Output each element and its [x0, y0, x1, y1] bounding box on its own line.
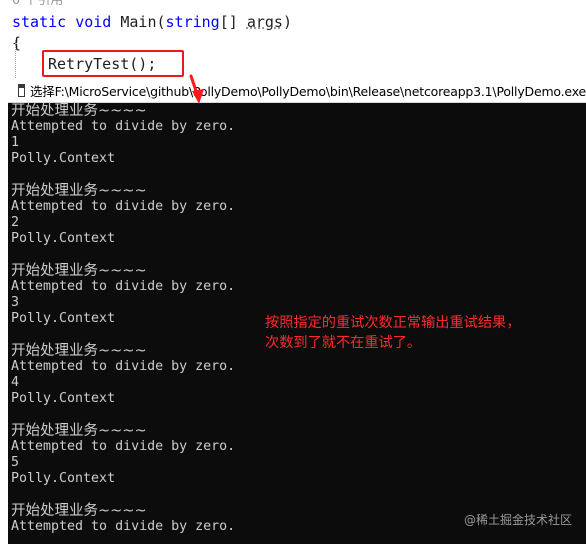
- console-line: Polly.Context: [11, 151, 116, 166]
- console-line: Polly.Context: [11, 391, 116, 406]
- annotation-line-2: 次数到了就不在重试了。: [265, 335, 422, 351]
- console-line: Attempted to divide by zero.: [11, 119, 236, 134]
- annotation-line-1: 按照指定的重试次数正常输出重试结果，: [265, 315, 521, 331]
- console-line: 3: [11, 295, 20, 310]
- console-window-icon: [18, 83, 25, 97]
- open-brace: {: [12, 34, 22, 52]
- annotation-note: 按照指定的重试次数正常输出重试结果， 次数到了就不在重试了。: [265, 313, 575, 353]
- console-titlebar[interactable]: 选择F:\MicroService\github\PollyDemo\Polly…: [8, 78, 586, 103]
- console-title: 选择F:\MicroService\github\PollyDemo\Polly…: [29, 83, 586, 99]
- method-name: Main: [120, 13, 157, 31]
- console-line: 5: [11, 455, 20, 470]
- type-string: string: [165, 13, 220, 31]
- console-line: 开始处理业务~~~~: [11, 103, 147, 119]
- paren-open: (: [156, 13, 166, 31]
- console-line: 开始处理业务~~~~: [11, 423, 147, 439]
- console-line: Polly.Context: [11, 231, 116, 246]
- watermark: @稀土掘金技术社区: [463, 513, 572, 527]
- array-brackets: []: [219, 13, 238, 31]
- paren-close: ): [282, 13, 292, 31]
- keyword-void: void: [75, 13, 112, 31]
- console-line: 开始处理业务~~~~: [11, 183, 147, 199]
- console-line: 开始处理业务~~~~: [11, 263, 147, 279]
- console-line: 1: [11, 135, 20, 150]
- console-window[interactable]: 选择F:\MicroService\github\PollyDemo\Polly…: [8, 78, 586, 544]
- param-args: args: [246, 13, 283, 31]
- console-line: Attempted to divide by zero.: [11, 279, 236, 294]
- console-line: Polly.Context: [11, 471, 116, 486]
- console-line: Attempted to divide by zero.: [11, 359, 236, 374]
- console-line: 4: [11, 375, 20, 390]
- console-line: 2: [11, 215, 20, 230]
- main-signature-line: static void Main(string[] args): [12, 13, 292, 31]
- console-line: Attempted to divide by zero.: [11, 439, 236, 454]
- indent-guide: [15, 40, 16, 80]
- red-arrow-icon: [189, 74, 204, 104]
- code-editor: 0 个引用 static void Main(string[] args) { …: [0, 0, 586, 80]
- console-line: Attempted to divide by zero.: [11, 199, 236, 214]
- keyword-static: static: [12, 13, 67, 31]
- retry-test-call: RetryTest();: [48, 55, 157, 73]
- reference-count-hint[interactable]: 0 个引用: [12, 0, 63, 10]
